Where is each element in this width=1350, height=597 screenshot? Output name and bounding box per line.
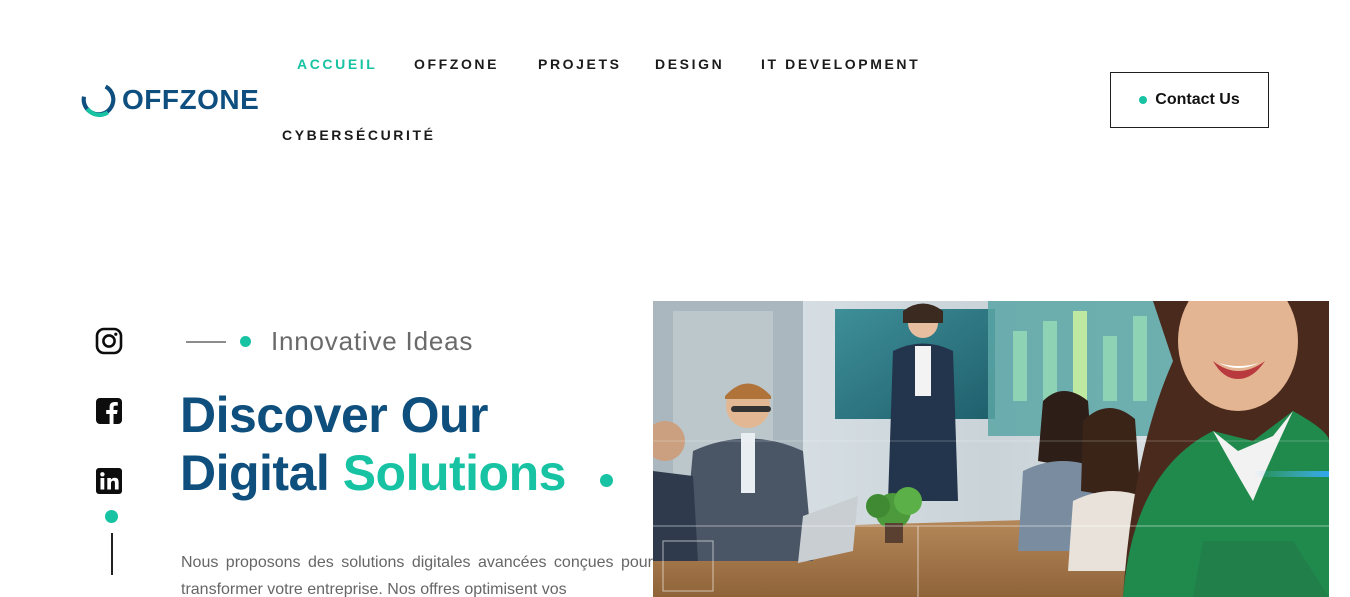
eyebrow-line bbox=[186, 340, 226, 343]
nav-it-development[interactable]: IT DEVELOPMENT bbox=[761, 56, 920, 72]
instagram-icon[interactable] bbox=[95, 327, 123, 355]
nav-offzone[interactable]: OFFZONE bbox=[414, 56, 499, 72]
nav-projets[interactable]: PROJETS bbox=[538, 56, 622, 72]
eyebrow-text: Innovative Ideas bbox=[271, 326, 474, 356]
logo-ring-icon bbox=[81, 82, 116, 118]
nav-design[interactable]: DESIGN bbox=[655, 56, 724, 72]
hero-eyebrow: Innovative Ideas bbox=[186, 326, 473, 357]
headline-line-1: Discover Our bbox=[180, 387, 489, 443]
eyebrow-dot-icon bbox=[240, 336, 251, 347]
brand-logo[interactable]: OFFZONE bbox=[80, 81, 259, 118]
hero-paragraph: Nous proposons des solutions digitales a… bbox=[181, 554, 653, 597]
hero-meeting-image bbox=[653, 301, 1329, 597]
contact-us-button[interactable]: Contact Us bbox=[1110, 72, 1269, 128]
logo-text: OFFZONE bbox=[122, 84, 260, 115]
facebook-icon[interactable] bbox=[95, 397, 123, 425]
hero-headline: Discover Our Digital Solutions bbox=[180, 386, 566, 502]
contact-dot-icon bbox=[1139, 96, 1148, 104]
headline-line-2-accent: Solutions bbox=[342, 445, 567, 501]
nav-accueil[interactable]: ACCUEIL bbox=[297, 56, 377, 72]
sidebar-divider-line bbox=[111, 533, 113, 575]
linkedin-icon[interactable] bbox=[95, 467, 123, 495]
headline-dot bbox=[600, 474, 613, 487]
headline-line-2-plain: Digital bbox=[180, 445, 343, 501]
nav-cybersecurite[interactable]: CYBERSÉCURITÉ bbox=[282, 127, 436, 143]
contact-us-label: Contact Us bbox=[1155, 91, 1240, 108]
sidebar-dot bbox=[105, 510, 118, 523]
